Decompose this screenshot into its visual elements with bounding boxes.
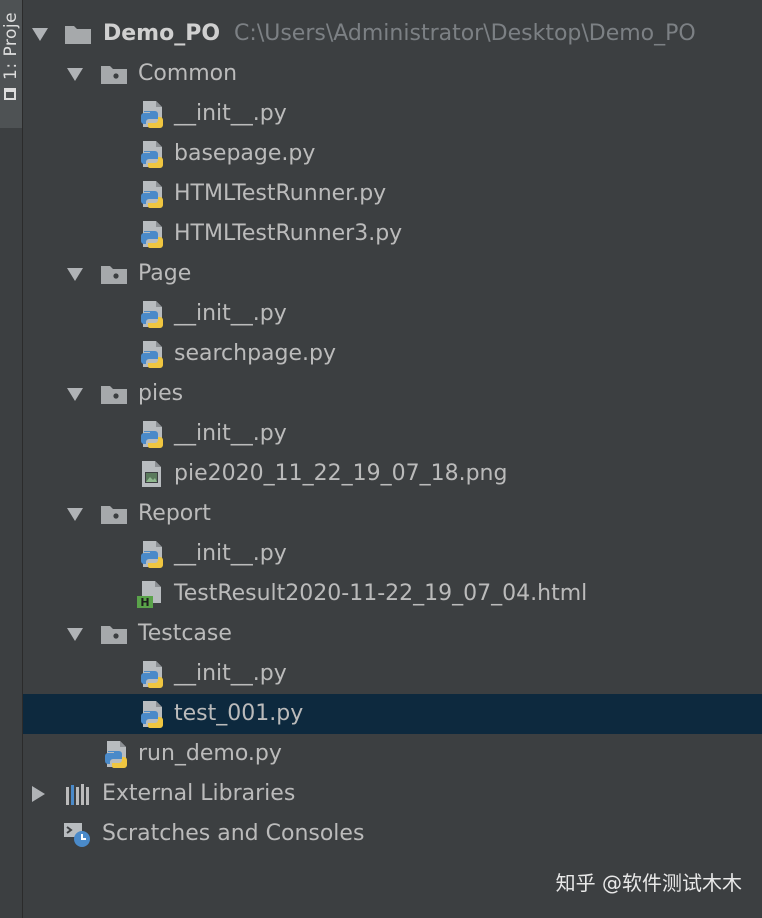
python-file-icon xyxy=(105,741,127,768)
tree-file[interactable]: __init__.py xyxy=(23,94,762,134)
folder-icon xyxy=(101,386,127,404)
tree-folder-report[interactable]: Report xyxy=(23,494,762,534)
file-label: __init__.py xyxy=(174,541,287,566)
tree-file[interactable]: pie2020_11_22_19_07_18.png xyxy=(23,454,762,494)
python-file-icon xyxy=(141,141,163,168)
folder-label: Report xyxy=(138,501,211,526)
tree-file[interactable]: searchpage.py xyxy=(23,334,762,374)
tree-file[interactable]: HTMLTestRunner.py xyxy=(23,174,762,214)
project-tree: Demo_PO C:\Users\Administrator\Desktop\De… xyxy=(23,0,762,918)
file-label: pie2020_11_22_19_07_18.png xyxy=(174,461,508,486)
image-file-icon xyxy=(142,461,161,487)
folder-label: Page xyxy=(138,261,192,286)
chevron-down-icon[interactable] xyxy=(67,508,83,521)
file-label: HTMLTestRunner3.py xyxy=(174,221,403,246)
tree-folder-page[interactable]: Page xyxy=(23,254,762,294)
external-libraries-label: External Libraries xyxy=(102,781,296,806)
chevron-down-icon[interactable] xyxy=(67,388,83,401)
tree-file-selected[interactable]: test_001.py xyxy=(23,694,762,734)
tree-folder-pies[interactable]: pies xyxy=(23,374,762,414)
python-file-icon xyxy=(141,301,163,328)
file-label: __init__.py xyxy=(174,101,287,126)
tree-file-run-demo[interactable]: run_demo.py xyxy=(23,734,762,774)
chevron-down-icon[interactable] xyxy=(67,68,83,81)
root-folder-path: C:\Users\Administrator\Desktop\Demo_PO xyxy=(234,21,696,46)
tree-file[interactable]: __init__.py xyxy=(23,534,762,574)
project-tab-label: 1: Proje xyxy=(1,11,21,80)
python-file-icon xyxy=(141,181,163,208)
file-label: searchpage.py xyxy=(174,341,337,366)
chevron-right-icon[interactable] xyxy=(32,786,45,802)
scratches-icon xyxy=(63,822,91,848)
python-file-icon xyxy=(141,221,163,248)
tree-file[interactable]: __init__.py xyxy=(23,654,762,694)
file-label: TestResult2020-11-22_19_07_04.html xyxy=(174,581,588,606)
file-label: __init__.py xyxy=(174,421,287,446)
folder-label: pies xyxy=(138,381,184,406)
python-file-icon xyxy=(141,701,163,728)
file-label: __init__.py xyxy=(174,301,287,326)
project-folder-icon xyxy=(4,88,16,100)
folder-icon xyxy=(101,626,127,644)
python-file-icon xyxy=(141,661,163,688)
project-tool-tab[interactable]: 1: Proje xyxy=(0,0,22,128)
file-label: run_demo.py xyxy=(138,741,282,766)
chevron-down-icon[interactable] xyxy=(67,268,83,281)
chevron-down-icon[interactable] xyxy=(67,628,83,641)
root-folder-name: Demo_PO xyxy=(103,21,221,46)
folder-icon xyxy=(101,66,127,84)
tree-file[interactable]: basepage.py xyxy=(23,134,762,174)
tree-file[interactable]: __init__.py xyxy=(23,414,762,454)
tree-root-demo-po[interactable]: Demo_PO C:\Users\Administrator\Desktop\De… xyxy=(23,14,762,54)
tree-external-libraries[interactable]: External Libraries xyxy=(23,774,762,814)
python-file-icon xyxy=(141,341,163,368)
folder-label: Testcase xyxy=(138,621,232,646)
tree-scratches[interactable]: Scratches and Consoles xyxy=(23,814,762,854)
libraries-icon xyxy=(66,784,89,805)
python-file-icon xyxy=(141,541,163,568)
folder-icon xyxy=(65,26,91,44)
folder-icon xyxy=(101,506,127,524)
chevron-down-icon[interactable] xyxy=(32,28,48,41)
html-file-icon xyxy=(137,581,161,609)
file-label: test_001.py xyxy=(174,701,304,726)
file-label: basepage.py xyxy=(174,141,316,166)
file-label: __init__.py xyxy=(174,661,287,686)
tool-window-strip: 1: Proje xyxy=(0,0,23,918)
tree-folder-common[interactable]: Common xyxy=(23,54,762,94)
file-label: HTMLTestRunner.py xyxy=(174,181,387,206)
tree-file[interactable]: __init__.py xyxy=(23,294,762,334)
folder-icon xyxy=(101,266,127,284)
scratches-label: Scratches and Consoles xyxy=(102,821,365,846)
watermark: 知乎 @软件测试木木 xyxy=(555,871,742,895)
python-file-icon xyxy=(141,421,163,448)
folder-label: Common xyxy=(138,61,238,86)
python-file-icon xyxy=(141,101,163,128)
tree-folder-testcase[interactable]: Testcase xyxy=(23,614,762,654)
tree-file[interactable]: TestResult2020-11-22_19_07_04.html xyxy=(23,574,762,614)
tree-file[interactable]: HTMLTestRunner3.py xyxy=(23,214,762,254)
